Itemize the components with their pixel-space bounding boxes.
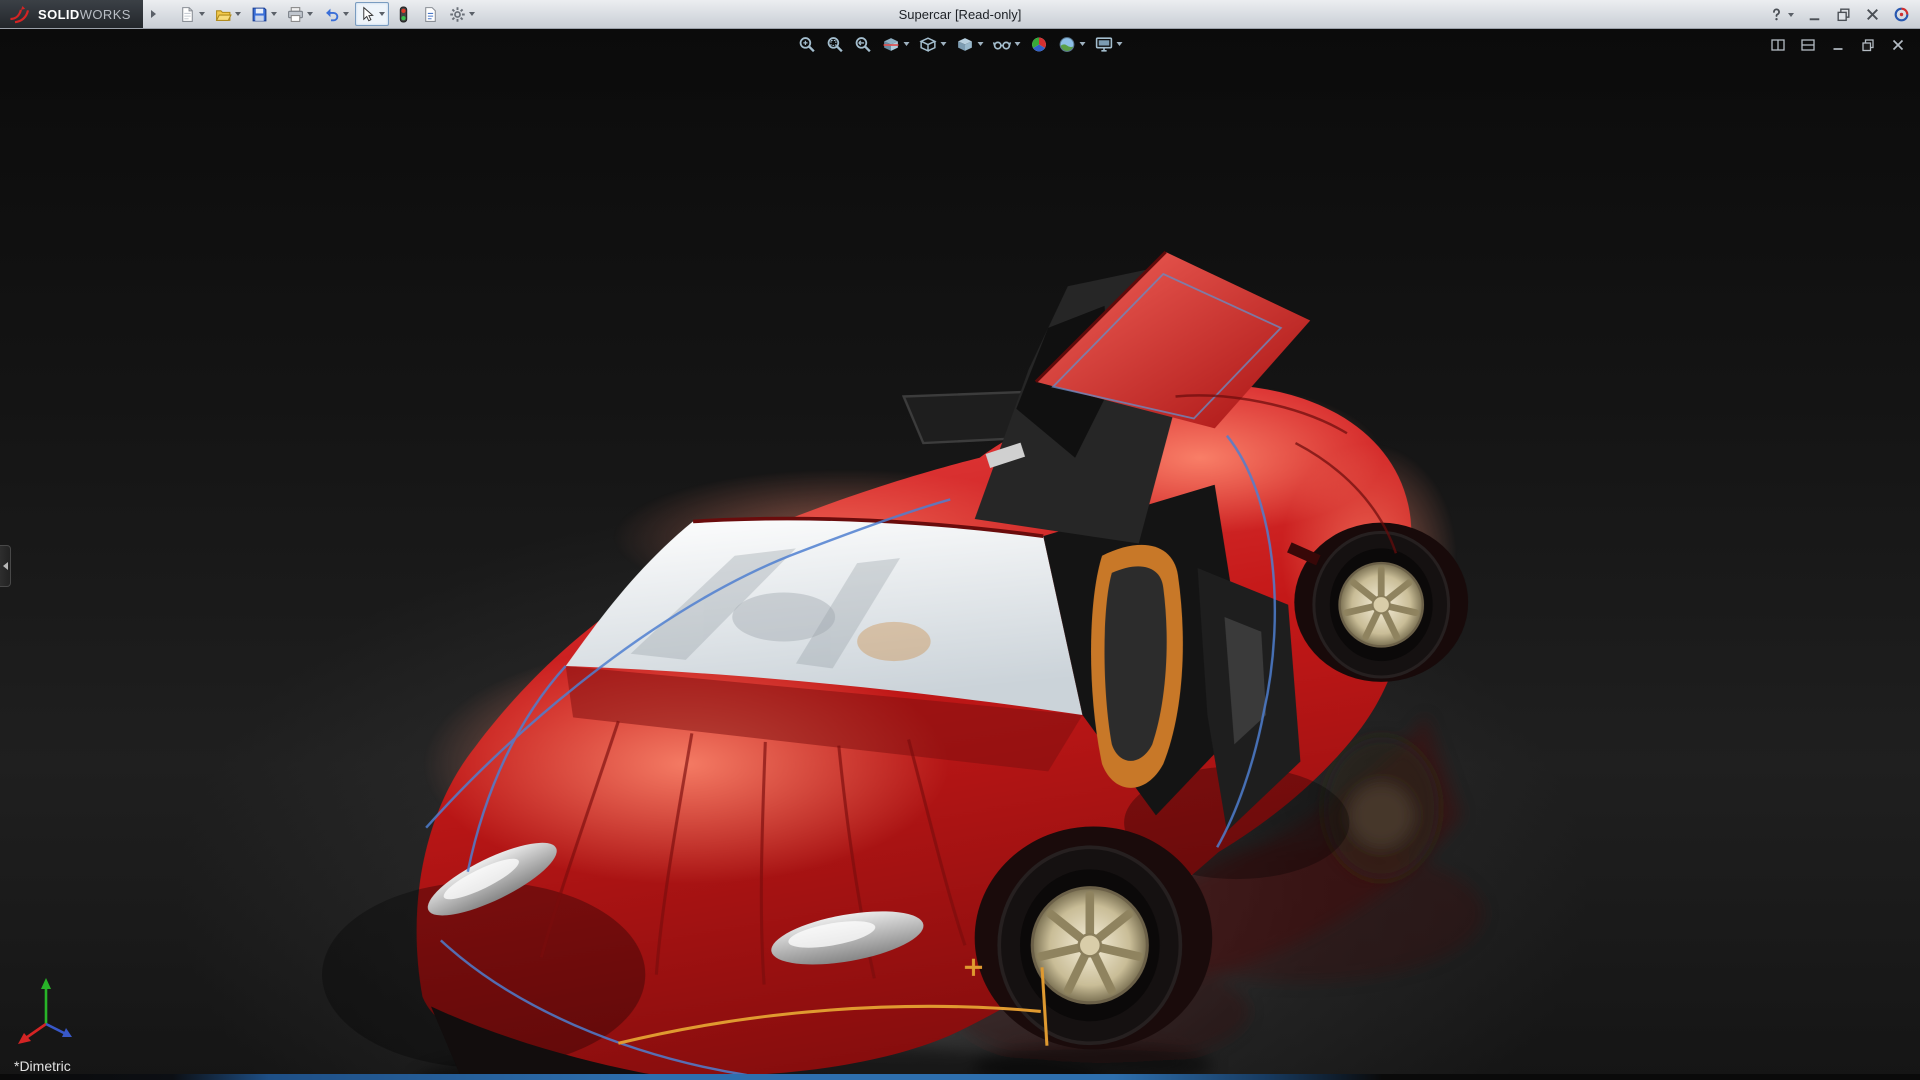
dropdown-caret-icon[interactable] [199, 12, 205, 16]
zoom-area-icon [826, 35, 845, 54]
dropdown-caret-icon[interactable] [307, 12, 313, 16]
dropdown-caret-icon[interactable] [343, 12, 349, 16]
open-icon [215, 6, 232, 23]
split-pane-vertical-icon [1770, 37, 1786, 53]
supercar-model [0, 29, 1920, 1080]
help-button[interactable] [1764, 3, 1798, 27]
print-button[interactable] [283, 2, 317, 26]
view-orientation-label: *Dimetric [14, 1058, 71, 1074]
orientation-triad [10, 968, 86, 1050]
help-icon [1768, 6, 1785, 23]
brand-solid: SOLID [38, 7, 80, 22]
dropdown-caret-icon[interactable] [1788, 13, 1794, 17]
new-document-icon [179, 6, 196, 23]
titlebar: SOLIDWORKS Supercar [Read-only] [0, 0, 1920, 29]
dropdown-caret-icon[interactable] [1080, 42, 1086, 46]
zoom-fit-icon [798, 35, 817, 54]
undo-button[interactable] [319, 2, 353, 26]
titlebar-controls [1764, 0, 1914, 29]
edit-appearance-button[interactable] [1027, 32, 1052, 56]
close-button[interactable] [1860, 3, 1885, 27]
close-icon [1864, 6, 1881, 23]
status-bar [0, 1074, 1920, 1080]
apply-scene-icon [1058, 35, 1077, 54]
ds-logo-icon [1893, 6, 1910, 23]
options-icon [449, 6, 466, 23]
hide-show-items-icon [993, 35, 1012, 54]
doc-minimize-icon [1830, 37, 1846, 53]
undo-icon [323, 6, 340, 23]
dropdown-caret-icon[interactable] [235, 12, 241, 16]
section-view-button[interactable] [879, 32, 913, 56]
doc-minimize-button[interactable] [1826, 33, 1850, 57]
solidworks-logo: SOLIDWORKS [0, 0, 143, 28]
display-style-icon [956, 35, 975, 54]
previous-view-button[interactable] [851, 32, 876, 56]
dropdown-caret-icon[interactable] [1015, 42, 1021, 46]
edit-appearance-icon [1030, 35, 1049, 54]
rebuild-button[interactable] [391, 2, 416, 26]
options-button[interactable] [445, 2, 479, 26]
split-pane-horizontal-button[interactable] [1796, 33, 1820, 57]
file-properties-icon [422, 6, 439, 23]
previous-view-icon [854, 35, 873, 54]
menu-expand-icon[interactable] [147, 4, 161, 24]
doc-restore-button[interactable] [1856, 33, 1880, 57]
brand-works: WORKS [80, 7, 131, 22]
ds-logo-button[interactable] [1889, 3, 1914, 27]
dropdown-caret-icon[interactable] [379, 12, 385, 16]
brand-text: SOLIDWORKS [38, 7, 131, 22]
minimize-button[interactable] [1802, 3, 1827, 27]
display-style-button[interactable] [953, 32, 987, 56]
view-settings-button[interactable] [1092, 32, 1126, 56]
dropdown-caret-icon[interactable] [941, 42, 947, 46]
section-view-icon [882, 35, 901, 54]
dropdown-caret-icon[interactable] [904, 42, 910, 46]
view-orientation-icon [919, 35, 938, 54]
apply-scene-button[interactable] [1055, 32, 1089, 56]
restore-icon [1835, 6, 1852, 23]
dropdown-caret-icon[interactable] [271, 12, 277, 16]
open-button[interactable] [211, 2, 245, 26]
graphics-viewport[interactable]: *Dimetric [0, 29, 1920, 1080]
save-button[interactable] [247, 2, 281, 26]
doc-close-icon [1890, 37, 1906, 53]
file-properties-button[interactable] [418, 2, 443, 26]
select-icon [359, 6, 376, 23]
document-window-controls [1766, 33, 1910, 57]
minimize-icon [1806, 6, 1823, 23]
select-button[interactable] [355, 2, 389, 26]
save-icon [251, 6, 268, 23]
dropdown-caret-icon[interactable] [469, 12, 475, 16]
zoom-fit-button[interactable] [795, 32, 820, 56]
solidworks-mark-icon [8, 4, 32, 24]
hide-show-items-button[interactable] [990, 32, 1024, 56]
heads-up-toolbar [795, 32, 1126, 56]
view-orientation-button[interactable] [916, 32, 950, 56]
dropdown-caret-icon[interactable] [1117, 42, 1123, 46]
view-settings-icon [1095, 35, 1114, 54]
print-icon [287, 6, 304, 23]
doc-restore-icon [1860, 37, 1876, 53]
zoom-area-button[interactable] [823, 32, 848, 56]
split-pane-vertical-button[interactable] [1766, 33, 1790, 57]
new-document-button[interactable] [175, 2, 209, 26]
split-pane-horizontal-icon [1800, 37, 1816, 53]
doc-close-button[interactable] [1886, 33, 1910, 57]
feature-manager-collapse-tab[interactable] [0, 545, 11, 587]
dropdown-caret-icon[interactable] [978, 42, 984, 46]
rebuild-icon [395, 6, 412, 23]
restore-button[interactable] [1831, 3, 1856, 27]
window-title: Supercar [Read-only] [899, 0, 1022, 29]
main-toolbar [175, 0, 479, 28]
